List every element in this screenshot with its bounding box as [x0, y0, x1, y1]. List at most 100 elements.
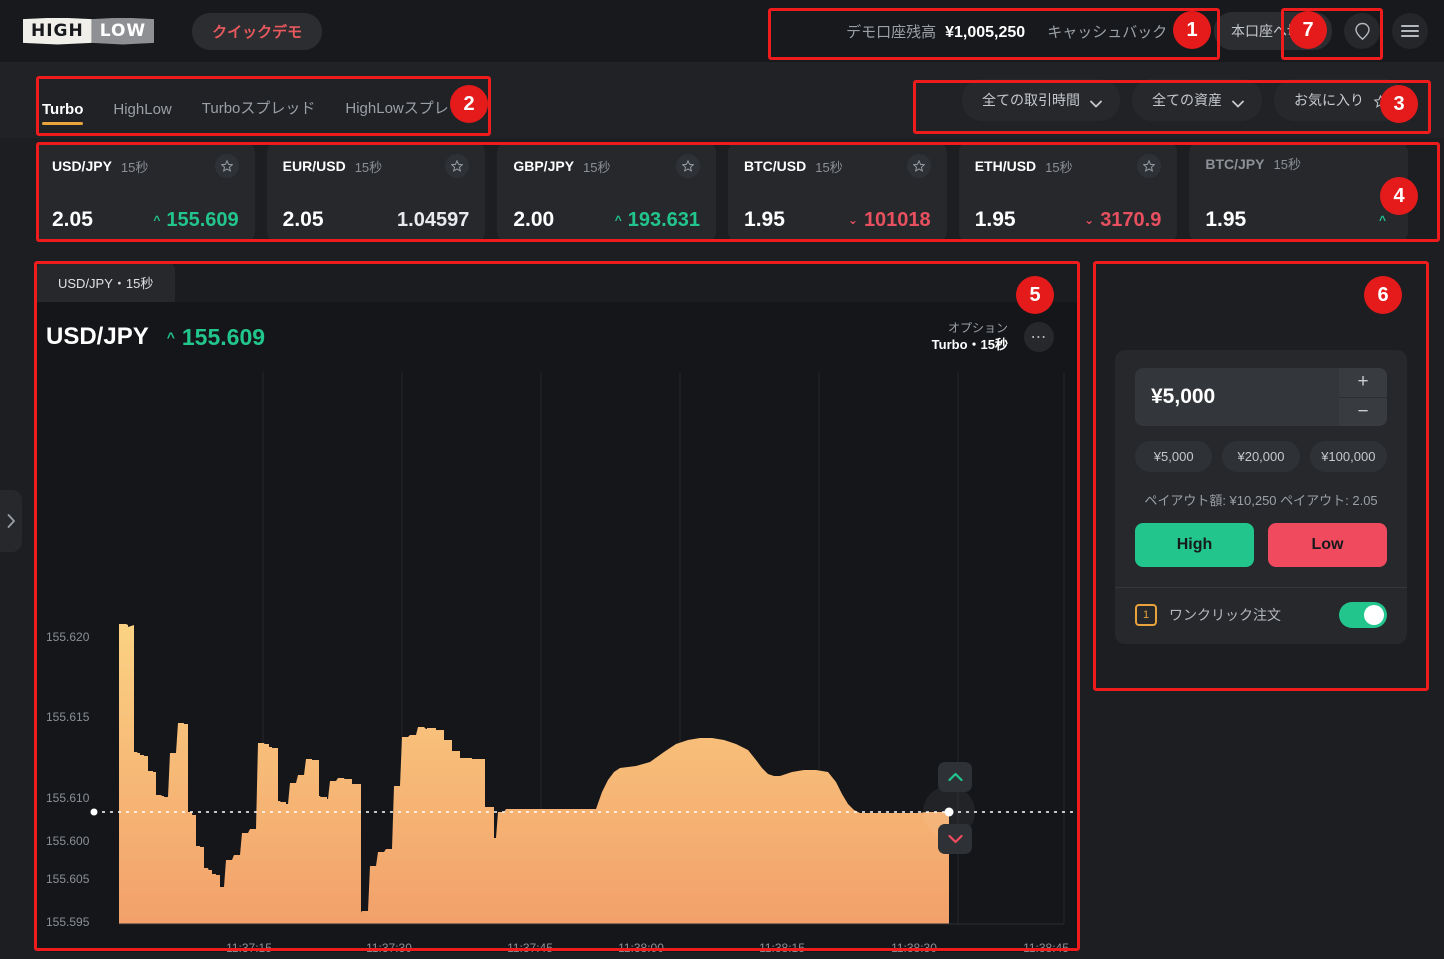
y-axis-tick: 155.605	[46, 872, 90, 886]
asset-card-header: BTC/JPY 15秒	[1205, 154, 1392, 173]
asset-payout: 1.95	[974, 208, 1016, 231]
favorite-star-icon[interactable]	[445, 154, 470, 178]
asset-duration: 15秒	[815, 159, 843, 175]
trade-panel: ¥5,000 + − ¥5,000 ¥20,000 ¥100,000 ペイアウト…	[1095, 262, 1425, 687]
asset-price: ^ 193.631	[615, 209, 700, 232]
y-axis-tick: 155.620	[46, 630, 90, 644]
filter-favorites[interactable]: お気に入り	[1274, 79, 1404, 121]
chart-tab-usdjpy[interactable]: USD/JPY・15秒	[36, 262, 176, 302]
x-axis-tick: 11:37:45	[507, 941, 553, 955]
price-area-chart	[90, 372, 1080, 925]
asset-price-value: 155.609	[166, 208, 239, 231]
asset-payout: 1.95	[744, 208, 785, 231]
caret-up-icon: ^	[166, 329, 175, 345]
cashback-value: ¥0	[1176, 23, 1194, 41]
caret-down-icon: ⌄	[847, 213, 858, 227]
chevron-right-icon	[7, 514, 15, 528]
caret-up-icon: ^	[153, 213, 161, 227]
chart-option-value: Turbo・15秒	[931, 337, 1008, 353]
favorite-star-icon[interactable]	[676, 154, 701, 178]
asset-card-btcusd[interactable]: BTC/USD 15秒 1.95 ⌄ 101018	[728, 142, 947, 242]
one-click-order-icon: 1	[1135, 604, 1157, 626]
ellipsis-icon[interactable]: ⋯	[1024, 321, 1054, 352]
x-axis-tick: 11:37:15	[226, 941, 272, 955]
asset-card-eurusd[interactable]: EUR/USD 15秒 2.05 1.04597	[266, 142, 486, 242]
quick-demo-button[interactable]: クイックデモ	[192, 12, 323, 50]
filter-favorites-label: お気に入り	[1294, 92, 1364, 108]
amount-increase-button[interactable]: +	[1339, 368, 1387, 397]
filter-controls: 全ての取引時間 全ての資産 お気に入り	[962, 79, 1444, 121]
chevron-down-icon	[1090, 95, 1102, 108]
brand-logo[interactable]: HIGH LOW	[23, 16, 155, 46]
amount-stepper: ¥5,000 + −	[1135, 368, 1387, 426]
location-pin-icon[interactable]	[1344, 13, 1380, 49]
hamburger-menu-icon[interactable]	[1392, 13, 1428, 49]
tab-highlow[interactable]: HighLow	[113, 77, 171, 138]
demo-balance-label: デモ口座残高	[846, 23, 937, 41]
favorite-star-icon[interactable]	[214, 154, 239, 178]
chart-price: ^ 155.609	[167, 324, 265, 351]
chart-high-button[interactable]	[938, 762, 972, 792]
asset-symbol: EUR/USD	[282, 158, 346, 174]
amount-step-buttons: + −	[1339, 368, 1387, 426]
quick-amount-chips: ¥5,000 ¥20,000 ¥100,000	[1135, 441, 1387, 472]
asset-card-btcjpy[interactable]: BTC/JPY 15秒 1.95 ^	[1189, 142, 1409, 242]
sidebar-expand-handle[interactable]	[0, 490, 22, 552]
x-axis-tick: 11:38:30	[891, 941, 937, 955]
filter-assets[interactable]: 全ての資産	[1132, 79, 1262, 121]
tab-turbo[interactable]: Turbo	[42, 77, 84, 138]
quick-amount-5000[interactable]: ¥5,000	[1135, 441, 1213, 472]
demo-balance-value: ¥1,005,250	[945, 23, 1026, 41]
asset-card-gbpjpy[interactable]: GBP/JPY 15秒 2.00 ^ 193.631	[497, 142, 717, 242]
one-click-order-toggle[interactable]	[1339, 602, 1387, 628]
asset-duration: 15秒	[583, 159, 611, 175]
chart-plot-area[interactable]: 155.620 155.615 155.610 155.605	[36, 372, 1080, 952]
demo-balance: デモ口座残高 ¥1,005,250	[846, 21, 1025, 42]
product-tabs: Turbo HighLow Turboスプレッド HighLowスプレッド	[0, 62, 479, 138]
current-price-dot-left	[90, 808, 98, 816]
amount-input[interactable]: ¥5,000	[1135, 368, 1339, 426]
chevron-up-icon	[947, 772, 963, 782]
low-button[interactable]: Low	[1268, 523, 1387, 567]
filter-trade-time-label: 全ての取引時間	[982, 92, 1080, 108]
asset-symbol: BTC/JPY	[1205, 155, 1265, 172]
chart-option-label: オプション	[947, 320, 1008, 335]
asset-payout: 2.05	[282, 208, 324, 231]
asset-duration: 15秒	[1273, 157, 1301, 172]
asset-card-ethusd[interactable]: ETH/USD 15秒 1.95 ⌄ 3170.9	[958, 142, 1178, 242]
amount-decrease-button[interactable]: −	[1339, 396, 1387, 426]
asset-card-usdjpy[interactable]: USD/JPY 15秒 2.05 ^ 155.609	[36, 142, 255, 242]
payout-info: ペイアウト額: ¥10,250 ペイアウト: 2.05	[1144, 493, 1378, 508]
high-low-buttons: High Low	[1135, 523, 1387, 587]
asset-duration: 15秒	[120, 159, 149, 175]
filter-trade-time[interactable]: 全ての取引時間	[962, 79, 1120, 121]
high-button[interactable]: High	[1135, 523, 1254, 567]
asset-symbol: USD/JPY	[52, 158, 112, 174]
asset-symbol: ETH/USD	[974, 158, 1037, 174]
asset-card-header: ETH/USD 15秒	[975, 154, 1162, 178]
one-click-order-row: 1 ワンクリック注文	[1115, 587, 1407, 644]
tab-highlow-spread[interactable]: HighLowスプレッド	[345, 73, 478, 138]
asset-symbol: BTC/USD	[744, 158, 807, 174]
favorite-star-icon[interactable]	[1137, 154, 1162, 178]
top-bar: HIGH LOW クイックデモ デモ口座残高 ¥1,005,250 キャッシュバ…	[0, 0, 1444, 62]
asset-card-body: 2.00 ^ 193.631	[513, 208, 700, 232]
switch-account-button[interactable]: 本口座へ切替	[1214, 12, 1332, 50]
asset-card-body: 2.05 ^ 155.609	[52, 208, 239, 232]
caret-up-icon: ^	[614, 213, 622, 227]
tab-turbo-spread[interactable]: Turboスプレッド	[202, 73, 316, 138]
asset-duration: 15秒	[354, 159, 383, 175]
asset-price-value: 193.631	[627, 208, 701, 231]
favorite-star-icon[interactable]	[906, 154, 931, 178]
chart-low-button[interactable]	[938, 824, 972, 854]
cashback: キャッシュバック ¥0	[1047, 21, 1194, 42]
asset-card-body: 1.95 ^	[1205, 208, 1392, 232]
quick-amount-20000[interactable]: ¥20,000	[1222, 441, 1300, 472]
y-axis-tick: 155.595	[46, 915, 90, 929]
tab-bar: Turbo HighLow Turboスプレッド HighLowスプレッド 全て…	[0, 62, 1444, 138]
caret-up-icon: ^	[1379, 213, 1387, 227]
asset-card-header: USD/JPY 15秒	[52, 154, 239, 178]
quick-amount-100000[interactable]: ¥100,000	[1309, 441, 1387, 472]
cashback-label: キャッシュバック	[1047, 23, 1168, 41]
y-axis-tick: 155.600	[46, 834, 90, 848]
